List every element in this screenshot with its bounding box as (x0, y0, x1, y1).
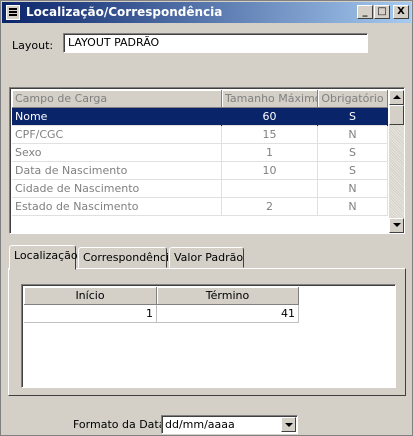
formato-data-value: dd/mm/aaaa (165, 418, 235, 431)
main-window: Localização/Correspondência _ □ X Layout… (0, 0, 413, 436)
cell-termino[interactable]: 41 (157, 305, 299, 323)
cell-obrigatorio: N (318, 180, 388, 198)
title-bar[interactable]: Localização/Correspondência _ □ X (2, 2, 411, 23)
tab-localizacao[interactable]: Localização (9, 245, 78, 270)
scroll-thumb[interactable] (389, 105, 404, 125)
app-icon[interactable] (6, 5, 20, 20)
cell-tamanho (222, 180, 318, 198)
column-header-campo[interactable]: Campo de Carga (12, 90, 222, 108)
localizacao-grid[interactable]: Início Término 1 41 (21, 284, 396, 388)
scroll-down-arrow-icon[interactable] (389, 218, 404, 233)
layout-label: Layout: (12, 39, 54, 52)
campos-grid[interactable]: Campo de Carga Tamanho Máximo Obrigatóri… (9, 87, 405, 234)
cell-campo: Nome (12, 108, 222, 126)
cell-tamanho: 10 (222, 162, 318, 180)
column-header-termino[interactable]: Término (157, 287, 299, 305)
cell-inicio[interactable]: 1 (24, 305, 157, 323)
chevron-down-icon[interactable] (281, 417, 296, 432)
cell-tamanho: 1 (222, 144, 318, 162)
cell-obrigatorio: N (318, 198, 388, 216)
tab-correspondencia[interactable]: Correspondência (78, 247, 176, 268)
table-row[interactable]: Nome 60 S (12, 108, 388, 126)
formato-data-label: Formato da Data: (73, 418, 170, 431)
close-button[interactable]: X (393, 5, 409, 19)
grid-vertical-scrollbar[interactable] (389, 90, 404, 233)
table-row[interactable]: Cidade de Nascimento N (12, 180, 388, 198)
table-row[interactable]: Sexo 1 S (12, 144, 388, 162)
column-header-inicio[interactable]: Início (24, 287, 157, 305)
window-title: Localização/Correspondência (26, 5, 223, 19)
scroll-up-arrow-icon[interactable] (389, 90, 404, 105)
cell-campo: CPF/CGC (12, 126, 222, 144)
tab-panel-localizacao: Início Término 1 41 (8, 268, 406, 396)
layout-input[interactable]: LAYOUT PADRÃO (63, 33, 368, 53)
cell-campo: Estado de Nascimento (12, 198, 222, 216)
minimize-button[interactable]: _ (357, 5, 373, 19)
tab-valor-padrao[interactable]: Valor Padrão (169, 247, 244, 268)
cell-obrigatorio: S (318, 108, 388, 126)
cell-campo: Cidade de Nascimento (12, 180, 222, 198)
cell-obrigatorio: S (318, 162, 388, 180)
table-row[interactable]: Data de Nascimento 10 S (12, 162, 388, 180)
table-row[interactable]: Estado de Nascimento 2 N (12, 198, 388, 216)
cell-tamanho: 15 (222, 126, 318, 144)
cell-obrigatorio: N (318, 126, 388, 144)
cell-tamanho: 60 (222, 108, 318, 126)
cell-tamanho: 2 (222, 198, 318, 216)
maximize-button[interactable]: □ (374, 5, 390, 19)
column-header-obrigatorio[interactable]: Obrigatório (318, 90, 388, 108)
cell-obrigatorio: S (318, 144, 388, 162)
table-row[interactable]: CPF/CGC 15 N (12, 126, 388, 144)
cell-campo: Data de Nascimento (12, 162, 222, 180)
column-header-tamanho[interactable]: Tamanho Máximo (222, 90, 322, 108)
formato-data-select[interactable]: dd/mm/aaaa (161, 415, 298, 434)
cell-campo: Sexo (12, 144, 222, 162)
